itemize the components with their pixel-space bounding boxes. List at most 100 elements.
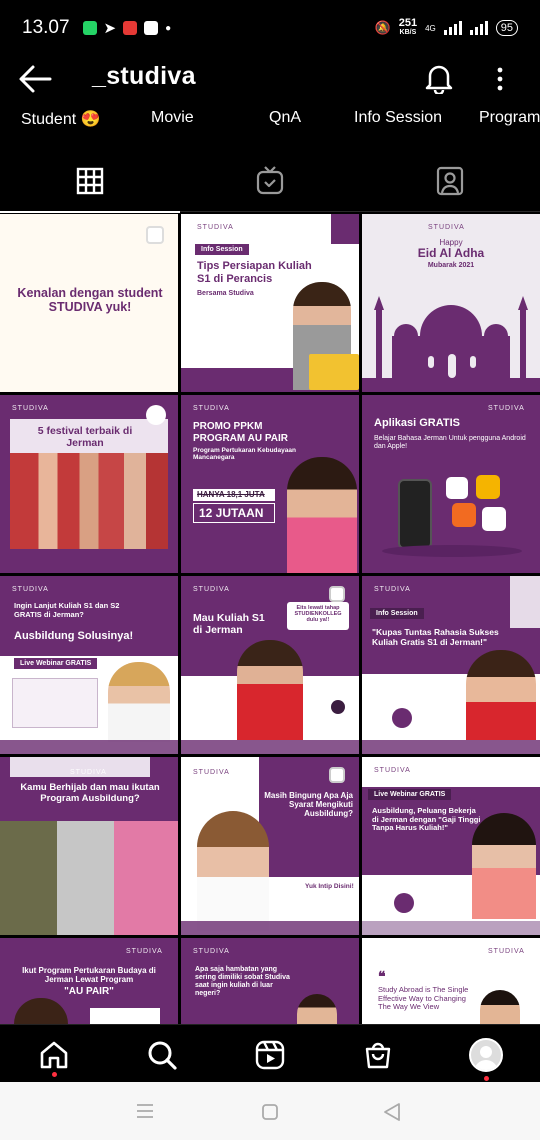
post-title: Ikut Program Pertukaran Budaya di Jerman… — [22, 966, 156, 985]
post-15[interactable]: STUDIVA ❝ Study Abroad is The Single Eff… — [362, 938, 540, 1024]
post-13[interactable]: STUDIVA Ikut Program Pertukaran Budaya d… — [0, 938, 178, 1024]
person-photo — [480, 990, 520, 1024]
back-button-icon[interactable] — [383, 1102, 401, 1122]
speech-bubble: Eits lewati tahap STUDIENKOLLEG dulu ya!… — [287, 602, 349, 630]
post-2[interactable]: STUDIVA Info Session Tips Persiapan Kuli… — [181, 214, 359, 392]
post-4[interactable]: STUDIVA 5 festival terbaik di Jerman — [0, 395, 178, 573]
nav-profile[interactable] — [466, 1035, 506, 1075]
post-title: Kenalan dengan student STUDIVA yuk! — [17, 286, 163, 315]
post-title: Mau Kuliah S1 di Jerman — [193, 612, 265, 637]
post-5[interactable]: STUDIVA PROMO PPKM PROGRAM AU PAIR Progr… — [181, 395, 359, 573]
post-3[interactable]: STUDIVA Happy Eid Al Adha Mubarak 2021 — [362, 214, 540, 392]
person-photo — [197, 811, 269, 931]
carousel-icon — [329, 767, 345, 783]
post-logo: STUDIVA — [193, 586, 230, 593]
post-logo: STUDIVA — [374, 586, 411, 593]
nav-home[interactable] — [34, 1035, 74, 1075]
tab-grid[interactable] — [0, 150, 180, 213]
search-icon — [148, 1041, 177, 1070]
post-6[interactable]: STUDIVA Aplikasi GRATIS Belajar Bahasa J… — [362, 395, 540, 573]
tab-tagged[interactable] — [360, 150, 540, 212]
bell-icon[interactable] — [424, 62, 454, 94]
mosque-image — [362, 296, 540, 392]
app-icon — [452, 503, 476, 527]
post-title: Eid Al Adha — [417, 246, 485, 260]
profile-icon — [469, 1038, 503, 1072]
shopping-icon — [144, 21, 159, 35]
more-icon[interactable] — [490, 64, 510, 94]
app-icon — [482, 507, 506, 531]
app-icon — [476, 475, 500, 499]
quote-icon: ❝ — [378, 968, 386, 984]
person-photo — [297, 994, 337, 1024]
post-tag: Live Webinar GRATIS — [368, 789, 452, 800]
post-title: "Kupas Tuntas Rahasia Sukses Kuliah Grat… — [372, 627, 499, 647]
nav-search[interactable] — [142, 1035, 182, 1075]
grid-icon — [76, 167, 104, 195]
post-sub: Belajar Bahasa Jerman Untuk pengguna And… — [374, 435, 526, 451]
reels-icon — [255, 1040, 285, 1070]
post-14[interactable]: STUDIVA Apa saja hambatan yang sering di… — [181, 938, 359, 1024]
posts-grid: Kenalan dengan student STUDIVA yuk! STUD… — [0, 214, 540, 1024]
highlight-movie[interactable]: Movie — [151, 109, 194, 127]
shop-icon — [365, 1042, 391, 1069]
highlight-info-session[interactable]: Info Session — [354, 109, 442, 127]
nav-reels[interactable] — [250, 1035, 290, 1075]
post-logo: STUDIVA — [12, 405, 49, 412]
post-sub: Program Pertukaran Kebudayaan Mancanegar… — [193, 447, 296, 462]
net-speed: 251 KB/S — [398, 17, 418, 37]
highlight-program[interactable]: Program — [479, 109, 540, 127]
igtv-icon — [256, 166, 284, 195]
new-price: 12 JUTAAN — [193, 503, 275, 523]
post-7[interactable]: STUDIVA Ingin Lanjut Kuliah S1 dan S2 GR… — [0, 576, 178, 754]
post-11[interactable]: STUDIVA Masih Bingung Apa Aja Syarat Men… — [181, 757, 359, 935]
post-tag: Info Session — [195, 244, 249, 255]
festival-photo — [10, 453, 168, 549]
profile-notification-dot — [484, 1076, 489, 1081]
post-10[interactable]: STUDIVA Kamu Berhijab dan mau ikutan Pro… — [0, 757, 178, 935]
next-arrow-icon — [331, 700, 345, 714]
post-title: Ausbildung, Peluang Bekerja di Jerman de… — [372, 806, 481, 833]
hijab-women-photo — [0, 821, 178, 935]
dot-icon: ● — [165, 22, 172, 34]
post-big: "AU PAIR" — [64, 986, 114, 997]
post-title: Aplikasi GRATIS — [374, 417, 460, 429]
post-title: Ingin Lanjut Kuliah S1 dan S2 GRATIS di … — [14, 601, 120, 619]
person-photo — [472, 813, 536, 919]
post-1[interactable]: Kenalan dengan student STUDIVA yuk! — [0, 214, 178, 392]
post-logo: STUDIVA — [197, 224, 234, 231]
username-title: _studiva — [92, 62, 196, 90]
post-logo: STUDIVA — [126, 948, 163, 955]
highlight-student[interactable]: Student 😍 — [21, 109, 101, 129]
post-logo: STUDIVA — [193, 948, 230, 955]
nav-shop[interactable] — [358, 1035, 398, 1075]
post-logo: STUDIVA — [428, 224, 465, 231]
post-title: Kamu Berhijab dan mau ikutan Program Aus… — [20, 782, 160, 804]
person-photo — [14, 998, 68, 1024]
recents-icon[interactable] — [136, 1103, 154, 1119]
highlight-qna[interactable]: QnA — [269, 109, 301, 127]
post-12[interactable]: STUDIVA Live Webinar GRATIS Ausbildung, … — [362, 757, 540, 935]
post-logo: STUDIVA — [374, 767, 411, 774]
app-icon — [446, 477, 468, 499]
post-logo: STUDIVA — [193, 405, 230, 412]
post-logo: STUDIVA — [488, 948, 525, 955]
home-notification-dot — [52, 1072, 57, 1077]
post-8[interactable]: STUDIVA Mau Kuliah S1 di Jerman Eits lew… — [181, 576, 359, 754]
person-photo — [237, 640, 303, 740]
status-bar: 13.07 ➤ ● 🔕 251 KB/S 4G 95 — [0, 0, 540, 56]
home-button-icon[interactable] — [261, 1103, 279, 1121]
whatsapp-icon — [82, 21, 97, 35]
old-price: HANYA 18,1 JUTA — [193, 489, 275, 501]
person-photo — [108, 662, 170, 742]
carousel-icon — [329, 586, 345, 602]
tab-igtv[interactable] — [180, 150, 360, 212]
profile-header: _studiva — [0, 56, 540, 102]
carousel-icon — [146, 226, 164, 244]
back-arrow-icon[interactable] — [18, 64, 52, 94]
post-logo: STUDIVA — [12, 586, 49, 593]
post-sub: Mubarak 2021 — [427, 262, 475, 269]
post-title: 5 festival terbaik di Jerman — [37, 425, 133, 450]
clock: 13.07 — [22, 17, 70, 38]
post-9[interactable]: STUDIVA Info Session "Kupas Tuntas Rahas… — [362, 576, 540, 754]
